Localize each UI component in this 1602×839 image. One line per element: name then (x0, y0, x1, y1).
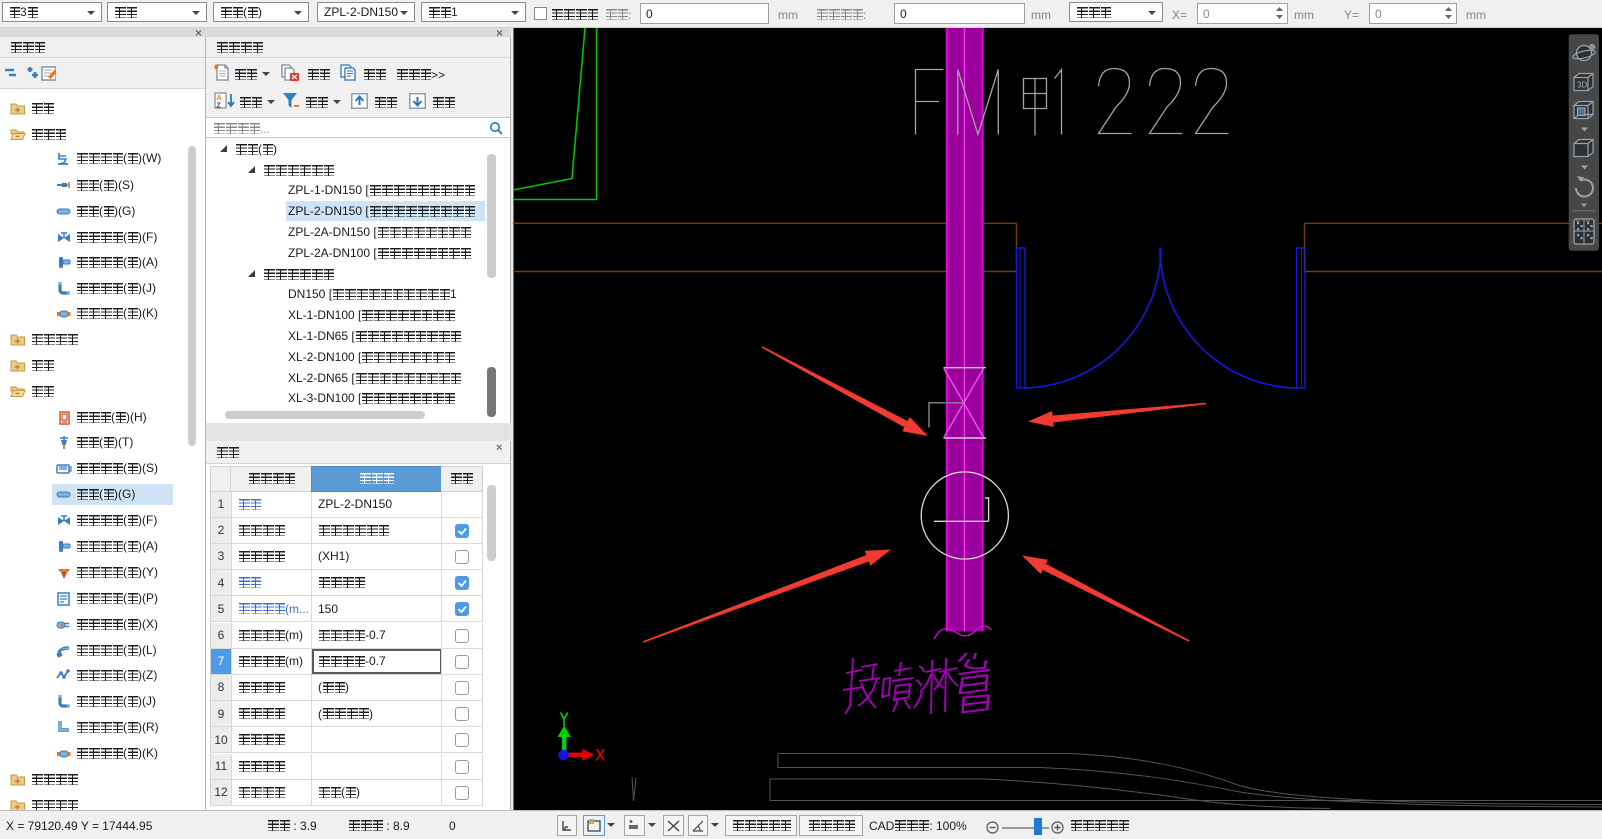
svg-text:Z: Z (217, 103, 222, 110)
svg-text:3D: 3D (1577, 81, 1587, 90)
svg-text:A: A (217, 95, 222, 102)
